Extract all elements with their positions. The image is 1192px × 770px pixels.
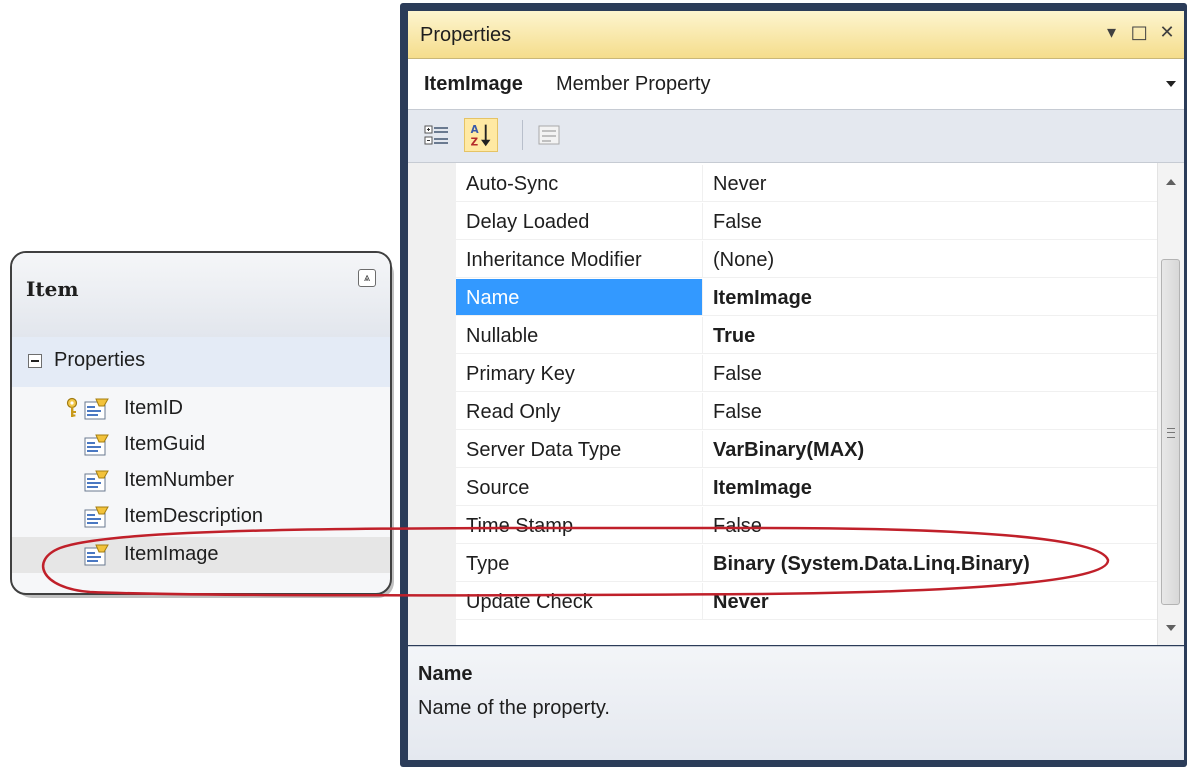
svg-text:Z: Z	[471, 136, 479, 148]
grid-row-name: Name	[456, 279, 703, 316]
entity-property-label: ItemID	[124, 397, 183, 419]
property-icon	[84, 398, 109, 420]
grid-row-name: Time Stamp	[456, 507, 703, 544]
properties-window: Properties ▾ □ ✕ ItemImage Member Proper…	[400, 3, 1187, 767]
property-pages-icon[interactable]	[532, 118, 566, 152]
grid-row-primary-key[interactable]: Primary Key False	[456, 355, 1158, 393]
property-icon	[84, 544, 109, 566]
description-title: Name	[418, 663, 473, 685]
entity-shape-item[interactable]: Item ⩓ Properties ItemID ItemGuid ItemNu…	[10, 251, 392, 595]
entity-property-label: ItemDescription	[124, 505, 263, 527]
toolbar-separator	[522, 120, 523, 150]
entity-property-itemnumber[interactable]: ItemNumber	[12, 463, 390, 499]
grid-row-value[interactable]: ItemImage	[703, 469, 1158, 506]
grid-row-auto-sync[interactable]: Auto-Sync Never	[456, 165, 1158, 203]
selected-object-type: Member Property	[556, 73, 711, 95]
entity-header[interactable]: Item ⩓	[12, 253, 390, 338]
grid-row-name: Nullable	[456, 317, 703, 354]
grid-row-value[interactable]: True	[703, 317, 1158, 354]
properties-toolbar: A Z	[408, 110, 1184, 163]
grid-gutter	[408, 163, 456, 645]
svg-text:A: A	[471, 124, 479, 136]
properties-titlebar[interactable]: Properties ▾ □ ✕	[408, 11, 1184, 59]
grid-row-name: Auto-Sync	[456, 165, 703, 202]
grid-row-value[interactable]: VarBinary(MAX)	[703, 431, 1158, 468]
selected-object-name: ItemImage	[424, 73, 523, 95]
grid-row-value[interactable]: Never	[703, 165, 1158, 202]
entity-property-itemdescription[interactable]: ItemDescription	[12, 499, 390, 535]
entity-property-itemguid[interactable]: ItemGuid	[12, 427, 390, 463]
scroll-down-icon[interactable]	[1166, 625, 1176, 631]
description-pane: Name Name of the property.	[408, 646, 1184, 760]
dropdown-menu-icon[interactable]: ▾	[1101, 22, 1123, 43]
window-title: Properties	[420, 24, 512, 46]
collapse-icon[interactable]: ⩓	[358, 269, 376, 287]
grid-row-name: Read Only	[456, 393, 703, 430]
grid-row-update-check[interactable]: Update Check Never	[456, 583, 1158, 621]
properties-section-label: Properties	[54, 349, 146, 371]
grid-row-name: Source	[456, 469, 703, 506]
grid-row-server-data-type[interactable]: Server Data Type VarBinary(MAX)	[456, 431, 1158, 469]
grid-row-name: Server Data Type	[456, 431, 703, 468]
grid-row-name: Primary Key	[456, 355, 703, 392]
entity-property-label: ItemImage	[124, 543, 219, 565]
grid-row-delay-loaded[interactable]: Delay Loaded False	[456, 203, 1158, 241]
grid-row-name: Type	[456, 545, 703, 582]
grid-row-name: Delay Loaded	[456, 203, 703, 240]
grid-row-value[interactable]: ItemImage	[703, 279, 1158, 316]
grid-row-source[interactable]: Source ItemImage	[456, 469, 1158, 507]
scroll-thumb[interactable]	[1161, 259, 1180, 605]
grid-row-inheritance-modifier[interactable]: Inheritance Modifier (None)	[456, 241, 1158, 279]
grid-row-value[interactable]: False	[703, 507, 1158, 544]
entity-property-itemimage[interactable]: ItemImage	[12, 537, 390, 573]
property-icon	[84, 470, 109, 492]
grid-row-value[interactable]: Binary (System.Data.Linq.Binary)	[703, 545, 1158, 582]
properties-section-header[interactable]: Properties	[12, 337, 390, 387]
property-icon	[84, 434, 109, 456]
close-icon[interactable]: ✕	[1156, 22, 1178, 43]
grid-row-name-property[interactable]: Name ItemImage	[456, 279, 1158, 317]
categorized-icon[interactable]	[420, 118, 454, 152]
grip-icon	[1167, 428, 1175, 438]
grid-row-value[interactable]: False	[703, 203, 1158, 240]
property-grid: Auto-Sync Never Delay Loaded False Inher…	[408, 163, 1184, 645]
grid-row-time-stamp[interactable]: Time Stamp False	[456, 507, 1158, 545]
object-selector-dropdown[interactable]: ItemImage Member Property	[408, 59, 1184, 110]
grid-row-type[interactable]: Type Binary (System.Data.Linq.Binary)	[456, 545, 1158, 583]
property-icon	[84, 506, 109, 528]
key-icon	[66, 397, 78, 417]
grid-row-name: Update Check	[456, 583, 703, 620]
maximize-icon[interactable]: □	[1128, 22, 1150, 43]
description-text: Name of the property.	[418, 697, 610, 719]
vertical-scrollbar[interactable]	[1157, 163, 1184, 645]
grid-row-value[interactable]: False	[703, 355, 1158, 392]
collapse-section-icon[interactable]	[28, 354, 42, 368]
chevron-down-icon[interactable]	[1166, 81, 1176, 87]
grid-row-value[interactable]: (None)	[703, 241, 1158, 278]
scroll-up-icon[interactable]	[1166, 179, 1176, 185]
entity-property-itemid[interactable]: ItemID	[12, 391, 390, 427]
entity-title: Item	[26, 277, 79, 301]
grid-row-nullable[interactable]: Nullable True	[456, 317, 1158, 355]
grid-row-read-only[interactable]: Read Only False	[456, 393, 1158, 431]
grid-row-name: Inheritance Modifier	[456, 241, 703, 278]
entity-property-label: ItemNumber	[124, 469, 235, 491]
grid-row-value[interactable]: False	[703, 393, 1158, 430]
alphabetical-sort-icon[interactable]: A Z	[464, 118, 498, 152]
entity-property-label: ItemGuid	[124, 433, 206, 455]
grid-row-value[interactable]: Never	[703, 583, 1158, 620]
